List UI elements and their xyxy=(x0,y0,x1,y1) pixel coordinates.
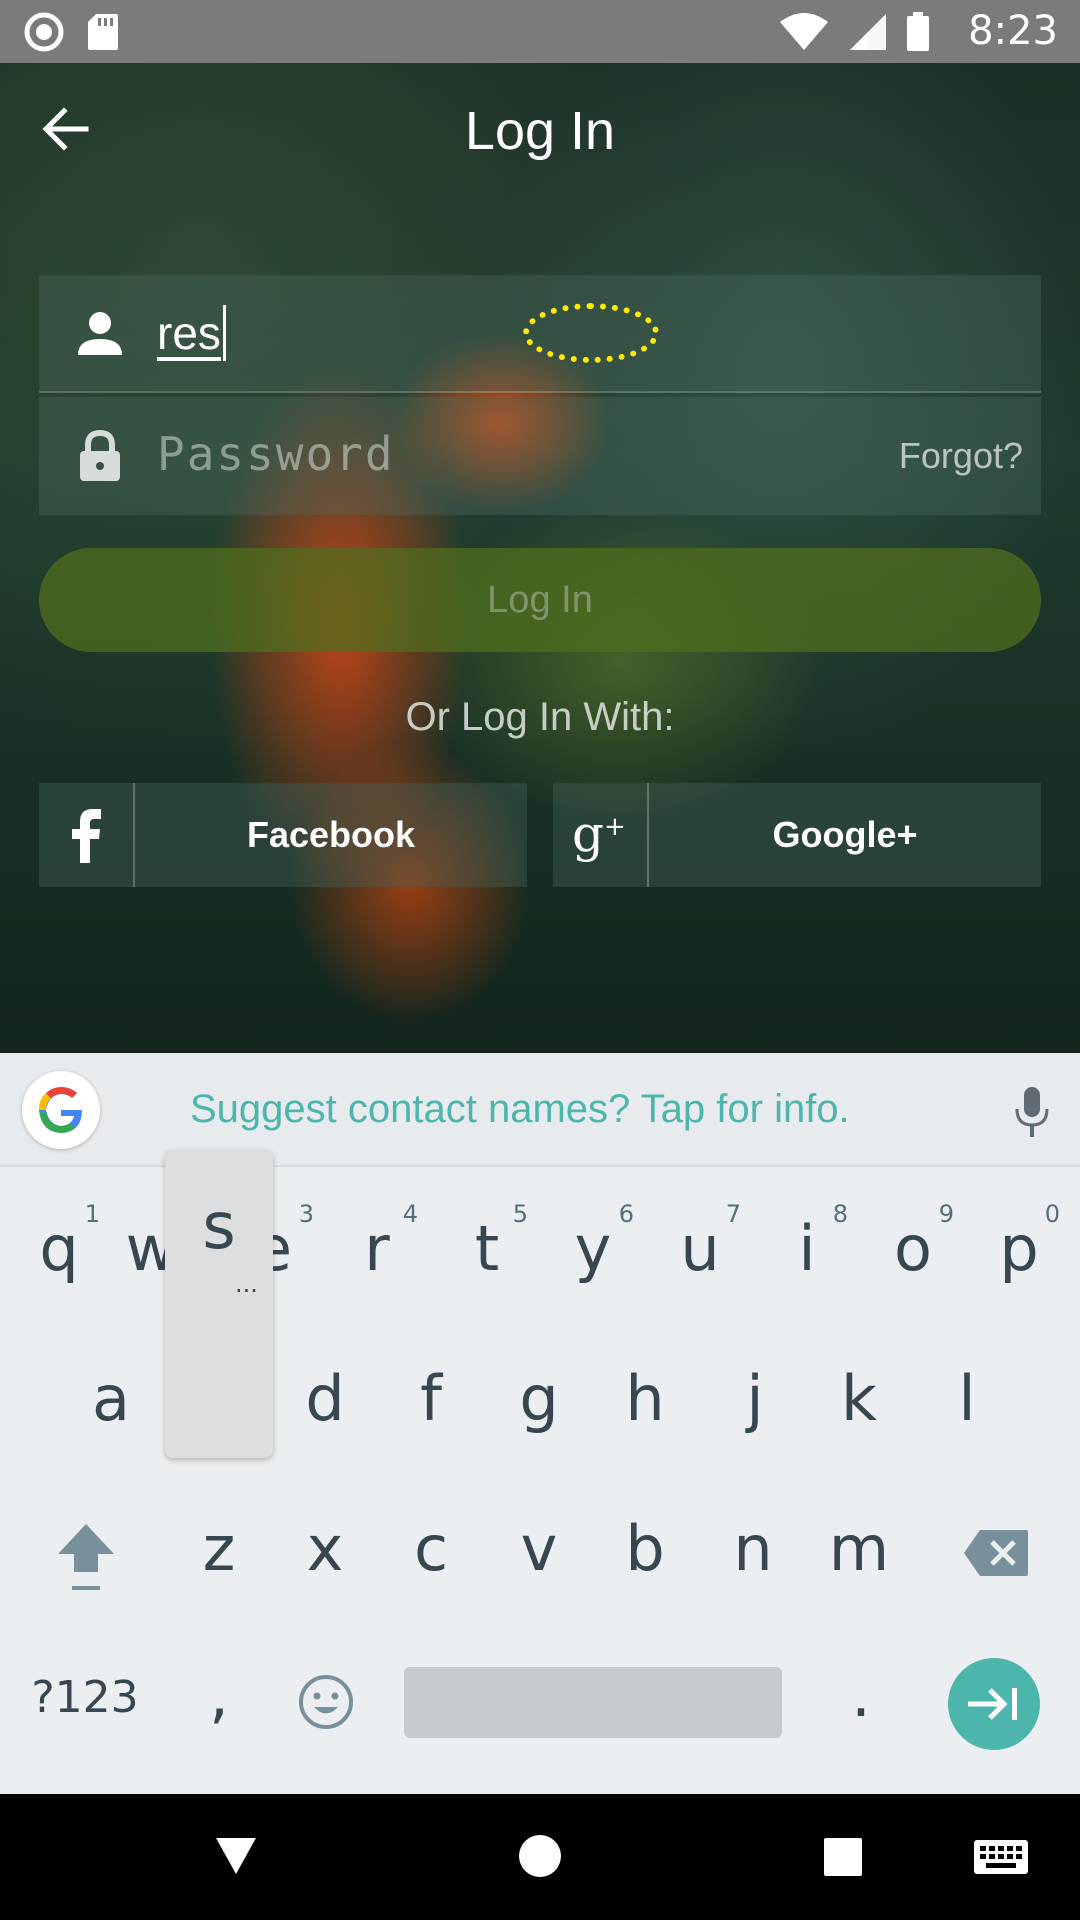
key-hint: 1 xyxy=(84,1200,100,1228)
wifi-icon xyxy=(780,13,828,50)
key-hint: 3 xyxy=(298,1200,314,1228)
battery-icon xyxy=(907,12,929,51)
popup-more-indicator: ... xyxy=(235,1270,258,1298)
home-nav-icon[interactable] xyxy=(516,1832,564,1880)
key-x[interactable]: x xyxy=(282,1512,368,1602)
key-y[interactable]: y6 xyxy=(550,1200,636,1302)
popup-key-label: s xyxy=(202,1190,236,1264)
key-hint: 5 xyxy=(512,1200,528,1228)
key-hint: 9 xyxy=(938,1200,954,1228)
recents-nav-icon[interactable] xyxy=(822,1832,864,1880)
key-v[interactable]: v xyxy=(496,1512,582,1602)
period-key[interactable]: . xyxy=(838,1658,884,1738)
login-screen: Log In res Password Forgot? Log In Or Lo… xyxy=(0,63,1080,1053)
key-g[interactable]: g xyxy=(496,1362,582,1452)
key-t[interactable]: t5 xyxy=(444,1200,530,1302)
backspace-icon xyxy=(964,1530,1028,1576)
key-q[interactable]: q1 xyxy=(16,1200,102,1302)
key-i[interactable]: i8 xyxy=(764,1200,850,1302)
key-j[interactable]: j xyxy=(712,1362,798,1452)
next-field-key[interactable] xyxy=(948,1658,1040,1750)
person-icon xyxy=(78,312,122,355)
key-z[interactable]: z xyxy=(176,1512,262,1602)
password-input[interactable]: Password xyxy=(157,427,395,481)
google-plus-label: Google+ xyxy=(772,814,918,855)
key-hint: 0 xyxy=(1044,1200,1060,1228)
lock-icon xyxy=(80,429,120,481)
key-u[interactable]: u7 xyxy=(657,1200,743,1302)
key-b[interactable]: b xyxy=(602,1512,688,1602)
key-p[interactable]: p0 xyxy=(976,1200,1062,1302)
emoji-key[interactable] xyxy=(294,1672,358,1736)
key-m[interactable]: m xyxy=(816,1512,902,1602)
svg-text:g: g xyxy=(572,805,604,863)
forgot-password-link[interactable]: Forgot? xyxy=(899,435,1023,477)
key-r[interactable]: r4 xyxy=(334,1200,420,1302)
key-f[interactable]: f xyxy=(388,1362,474,1452)
page-title: Log In xyxy=(464,101,616,161)
login-button[interactable]: Log In xyxy=(39,548,1041,652)
symbols-key[interactable]: ?123 xyxy=(30,1672,140,1732)
signal-icon xyxy=(850,14,886,50)
navigation-bar xyxy=(0,1794,1080,1920)
key-o[interactable]: o9 xyxy=(870,1200,956,1302)
password-field[interactable]: Password Forgot? xyxy=(39,397,1041,515)
suggestion-strip: Suggest contact names? Tap for info. xyxy=(0,1053,1080,1167)
google-g-icon xyxy=(39,1087,82,1133)
google-plus-login-button[interactable]: g + Google+ xyxy=(553,783,1041,887)
google-plus-icon: g + xyxy=(553,783,649,887)
tap-highlight-marker xyxy=(523,303,659,363)
status-bar: 8:23 xyxy=(0,0,1080,63)
space-key[interactable] xyxy=(404,1667,782,1738)
comma-key[interactable]: , xyxy=(196,1658,242,1738)
key-n[interactable]: n xyxy=(710,1512,796,1602)
svg-text:+: + xyxy=(604,812,626,842)
username-input[interactable]: res xyxy=(157,305,226,361)
suggestion-text[interactable]: Suggest contact names? Tap for info. xyxy=(190,1087,850,1132)
key-c[interactable]: c xyxy=(388,1512,474,1602)
clock: 8:23 xyxy=(968,8,1058,54)
key-hint: 6 xyxy=(618,1200,634,1228)
microphone-icon[interactable] xyxy=(1014,1087,1050,1137)
tab-arrow-icon xyxy=(968,1688,1017,1720)
facebook-label: Facebook xyxy=(246,814,416,855)
key-a[interactable]: a xyxy=(68,1362,154,1452)
key-hint: 8 xyxy=(832,1200,848,1228)
emoji-icon xyxy=(299,1675,353,1729)
key-l[interactable]: l xyxy=(924,1362,1010,1452)
or-login-with-label: Or Log In With: xyxy=(405,695,675,739)
facebook-icon xyxy=(39,783,135,887)
key-hint: 7 xyxy=(725,1200,741,1228)
shift-icon xyxy=(58,1524,114,1590)
google-button[interactable] xyxy=(22,1071,100,1149)
facebook-login-button[interactable]: Facebook xyxy=(39,783,527,887)
backspace-key[interactable] xyxy=(956,1520,1036,1580)
key-hint: 4 xyxy=(402,1200,418,1228)
key-press-popup: s ... xyxy=(165,1150,273,1458)
back-nav-icon[interactable] xyxy=(212,1832,260,1880)
key-h[interactable]: h xyxy=(602,1362,688,1452)
shift-key[interactable] xyxy=(48,1520,124,1600)
keyboard-switch-icon[interactable] xyxy=(972,1832,1030,1880)
key-d[interactable]: d xyxy=(282,1362,368,1452)
key-k[interactable]: k xyxy=(816,1362,902,1452)
record-icon xyxy=(24,12,64,52)
text-cursor xyxy=(222,305,226,361)
sd-card-icon xyxy=(88,14,118,50)
